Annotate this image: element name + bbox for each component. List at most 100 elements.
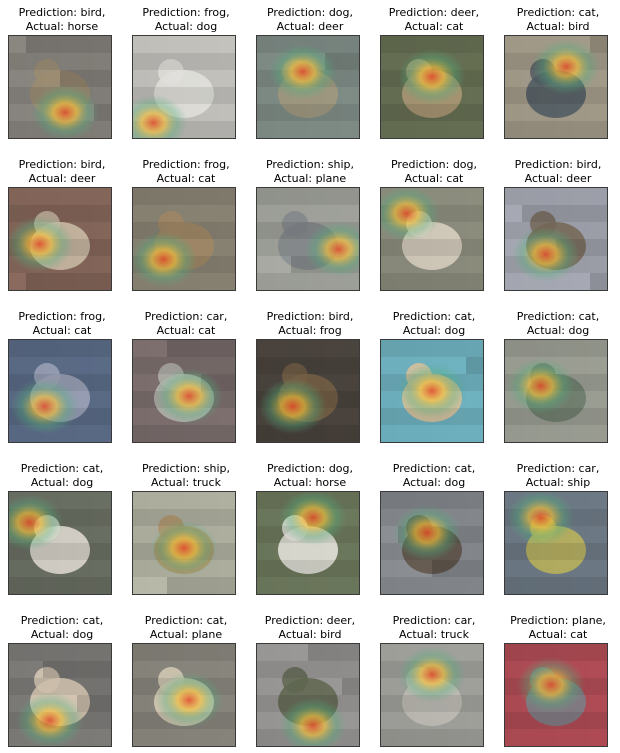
- pixel-block: [257, 492, 274, 509]
- heatmap-image: [132, 643, 236, 747]
- pixel-block: [325, 340, 342, 357]
- pixel-block: [449, 712, 466, 729]
- pixel-block: [43, 36, 60, 53]
- pixel-block: [449, 273, 466, 290]
- pixel-block: [590, 340, 607, 357]
- pixel-block: [556, 104, 573, 121]
- pixel-block: [466, 560, 483, 577]
- pixel-block: [274, 644, 291, 661]
- pixel-block: [415, 273, 432, 290]
- pixel-block: [43, 340, 60, 357]
- pixel-block: [505, 543, 522, 560]
- pixel-block: [167, 577, 184, 594]
- pixel-block: [274, 577, 291, 594]
- pixel-block: [381, 577, 398, 594]
- pixel-block: [94, 560, 111, 577]
- pixel-block: [133, 70, 150, 87]
- pixel-block: [201, 509, 218, 526]
- actual-label: Actual: cat: [156, 172, 216, 185]
- pixel-block: [505, 104, 522, 121]
- pixel-block: [505, 644, 522, 661]
- pixel-block: [381, 70, 398, 87]
- tile-caption: Prediction: cat, Actual: dog: [372, 310, 496, 338]
- pixel-block: [415, 577, 432, 594]
- pixel-block: [274, 222, 291, 239]
- pixel-block: [94, 205, 111, 222]
- pixel-block: [291, 357, 308, 374]
- pixel-block: [77, 374, 94, 391]
- pixel-block: [590, 205, 607, 222]
- pixel-block: [77, 205, 94, 222]
- pixel-block: [522, 560, 539, 577]
- pixel-block: [150, 36, 167, 53]
- pixel-block: [466, 357, 483, 374]
- pixel-block: [291, 577, 308, 594]
- pixel-block: [449, 188, 466, 205]
- heatmap-overlay: [133, 340, 235, 442]
- actual-label: Actual: dog: [30, 628, 94, 641]
- pixel-block: [398, 729, 415, 746]
- pixel-block: [590, 256, 607, 273]
- actual-label: Actual: horse: [273, 476, 347, 489]
- pixel-block: [150, 661, 167, 678]
- pixel-block: [342, 560, 359, 577]
- tile-caption: Prediction: car, Actual: ship: [496, 462, 620, 490]
- actual-label: Actual: truck: [399, 628, 469, 641]
- pixel-block: [291, 222, 308, 239]
- heatmap-image: [8, 643, 112, 747]
- pixel-block: [308, 121, 325, 138]
- pixel-block: [94, 222, 111, 239]
- actual-label: Actual: truck: [151, 476, 221, 489]
- pixel-block: [505, 408, 522, 425]
- pixel-block: [325, 577, 342, 594]
- pixel-block: [381, 256, 398, 273]
- pixel-block: [9, 661, 26, 678]
- pixel-block: [60, 678, 77, 695]
- pixel-block: [573, 425, 590, 442]
- tile-caption: Prediction: cat, Actual: plane: [124, 614, 248, 642]
- pixel-block: [9, 560, 26, 577]
- tile-caption: Prediction: ship, Actual: plane: [248, 158, 372, 186]
- pixel-block: [522, 712, 539, 729]
- pixel-block: [398, 104, 415, 121]
- actual-label: Actual: cat: [404, 172, 464, 185]
- pixel-block: [466, 273, 483, 290]
- tile-caption: Prediction: ship, Actual: truck: [124, 462, 248, 490]
- pixel-block: [325, 425, 342, 442]
- pixel-block: [573, 543, 590, 560]
- pixel-block: [94, 644, 111, 661]
- pixel-block: [432, 121, 449, 138]
- pixel-block: [43, 577, 60, 594]
- pixel-block: [201, 644, 218, 661]
- pixel-block: [184, 340, 201, 357]
- pixel-block: [573, 121, 590, 138]
- pixel-block: [505, 70, 522, 87]
- pixel-block: [415, 425, 432, 442]
- pixel-block: [274, 239, 291, 256]
- pixel-block: [150, 357, 167, 374]
- pixel-block: [257, 509, 274, 526]
- pixel-block: [133, 408, 150, 425]
- pixel-block: [342, 357, 359, 374]
- pixel-block: [325, 374, 342, 391]
- heatmap-image: [8, 491, 112, 595]
- pixel-block: [539, 712, 556, 729]
- pixel-block: [432, 577, 449, 594]
- pixel-block: [466, 256, 483, 273]
- pixel-block: [590, 222, 607, 239]
- actual-label: Actual: cat: [528, 628, 588, 641]
- pixel-block: [60, 543, 77, 560]
- pixel-block: [201, 492, 218, 509]
- pixel-block: [381, 408, 398, 425]
- pixel-block: [556, 577, 573, 594]
- heatmap-image: [380, 643, 484, 747]
- pixel-block: [77, 273, 94, 290]
- activation-hotspot: [398, 646, 466, 703]
- pixel-block: [398, 492, 415, 509]
- pixel-block: [274, 661, 291, 678]
- pixel-block: [291, 273, 308, 290]
- pixel-block: [218, 104, 235, 121]
- pixel-block: [26, 644, 43, 661]
- pixel-block: [325, 560, 342, 577]
- pixel-block: [449, 492, 466, 509]
